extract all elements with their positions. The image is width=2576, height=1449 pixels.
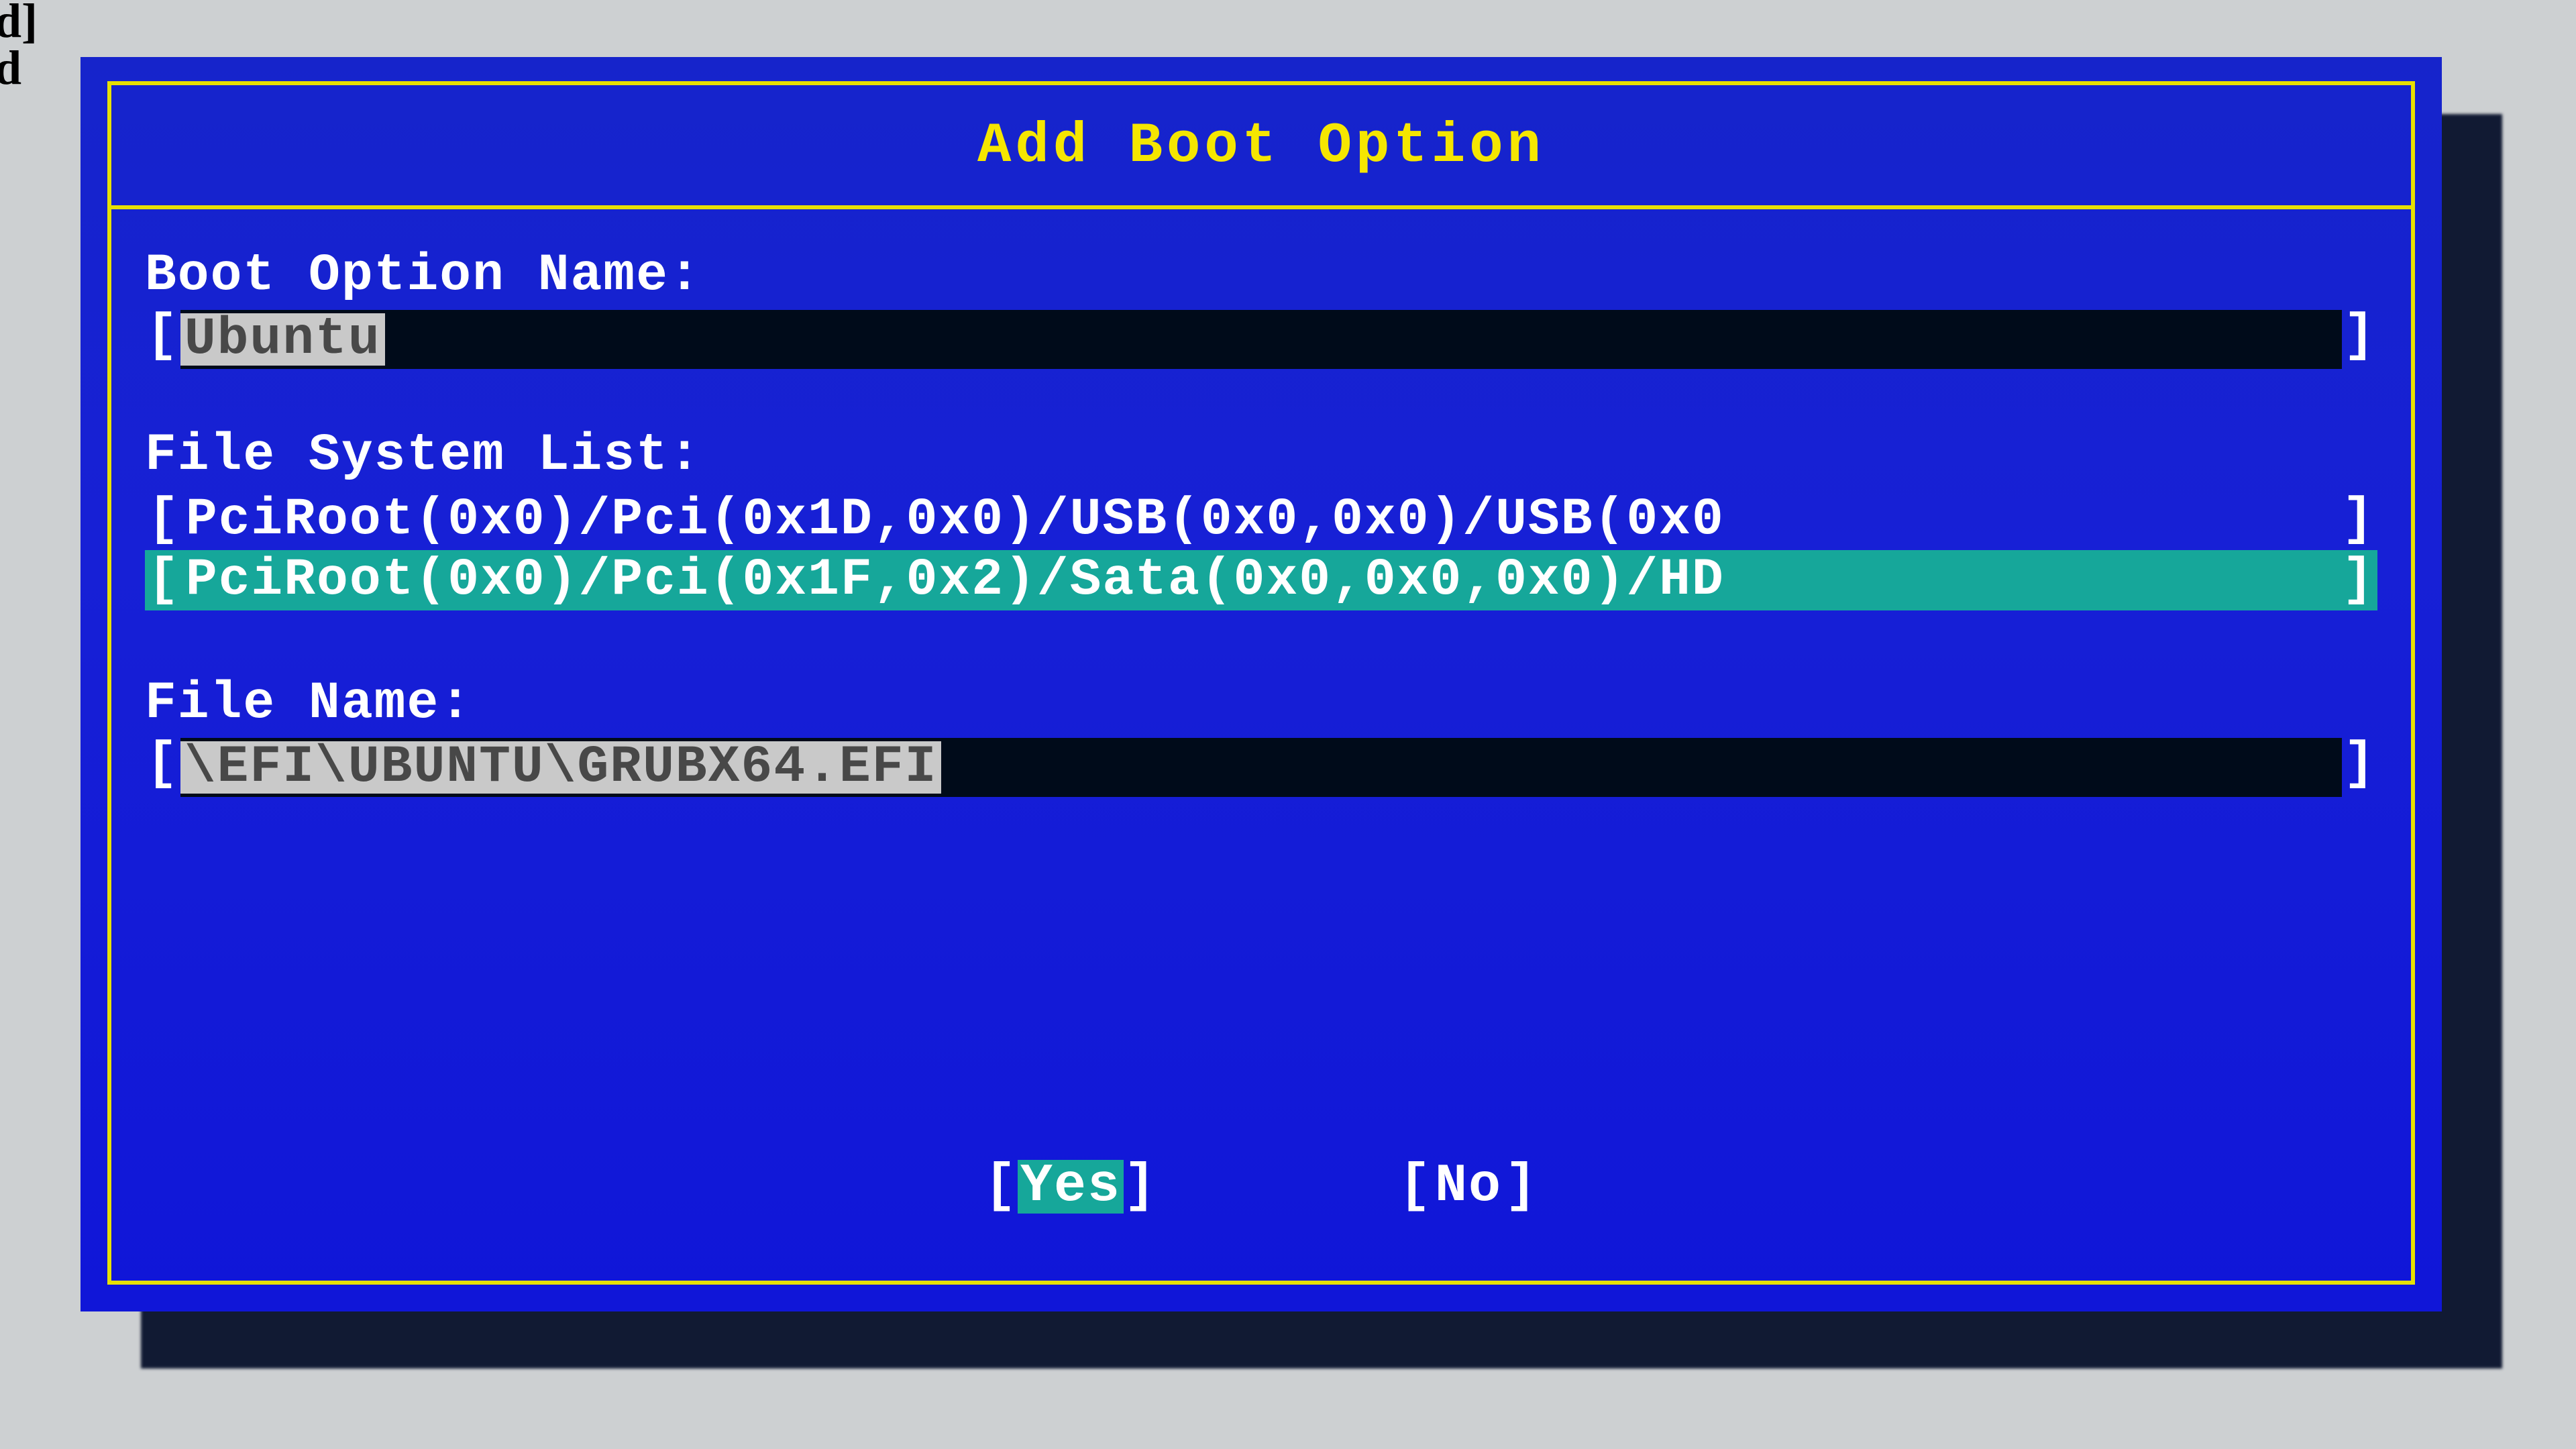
bracket-close: ] [2339,494,2377,546]
no-button[interactable]: [ No ] [1399,1160,1538,1214]
bracket-close: ] [2339,554,2377,606]
no-button-label: No [1432,1160,1505,1214]
boot-option-name-value: Ubuntu [180,313,385,366]
bracket-close: ] [1505,1160,1538,1214]
dialog-frame: Add Boot Option Boot Option Name: [ Ubun… [107,81,2415,1285]
bracket-open: [ [145,554,183,606]
yes-button[interactable]: [ Yes ] [984,1160,1157,1214]
add-boot-option-dialog: Add Boot Option Boot Option Name: [ Ubun… [80,57,2442,1311]
boot-option-name-label: Boot Option Name: [145,250,2377,302]
bracket-close: ] [1124,1160,1157,1214]
file-system-list: File System List: [ PciRoot(0x0)/Pci(0x1… [145,429,2377,610]
background-text-fragment-2: ed [0,40,21,96]
file-system-list-item[interactable]: [ PciRoot(0x0)/Pci(0x1F,0x2)/Sata(0x0,0x… [145,550,2377,610]
bracket-open: [ [145,738,180,797]
bracket-close: ] [2342,738,2377,797]
bracket-open: [ [1399,1160,1432,1214]
bracket-open: [ [984,1160,1018,1214]
dialog-titlebar: Add Boot Option [111,85,2411,209]
file-name-input[interactable]: \EFI\UBUNTU\GRUBX64.EFI [180,738,2342,797]
file-system-list-item-text: PciRoot(0x0)/Pci(0x1D,0x0)/USB(0x0,0x0)/… [183,494,2339,546]
bracket-open: [ [145,310,180,369]
bracket-close: ] [2342,310,2377,369]
dialog-title: Add Boot Option [977,115,1545,178]
confirm-buttons-row: [ Yes ] [ No ] [145,1140,2377,1254]
file-system-list-label: File System List: [145,429,2377,482]
boot-option-name-field[interactable]: [ Ubuntu ] [145,310,2377,369]
bracket-open: [ [145,494,183,546]
file-system-list-item-text: PciRoot(0x0)/Pci(0x1F,0x2)/Sata(0x0,0x0,… [183,554,2339,606]
file-name-section: File Name: [ \EFI\UBUNTU\GRUBX64.EFI ] [145,678,2377,810]
file-name-value: \EFI\UBUNTU\GRUBX64.EFI [180,741,942,794]
file-system-list-item[interactable]: [ PciRoot(0x0)/Pci(0x1D,0x0)/USB(0x0,0x0… [145,490,2377,550]
boot-option-name-input[interactable]: Ubuntu [180,310,2342,369]
file-name-label: File Name: [145,678,2377,730]
file-name-field[interactable]: [ \EFI\UBUNTU\GRUBX64.EFI ] [145,738,2377,797]
dialog-content: Boot Option Name: [ Ubuntu ] File System… [111,209,2411,1281]
yes-button-label: Yes [1018,1160,1124,1214]
